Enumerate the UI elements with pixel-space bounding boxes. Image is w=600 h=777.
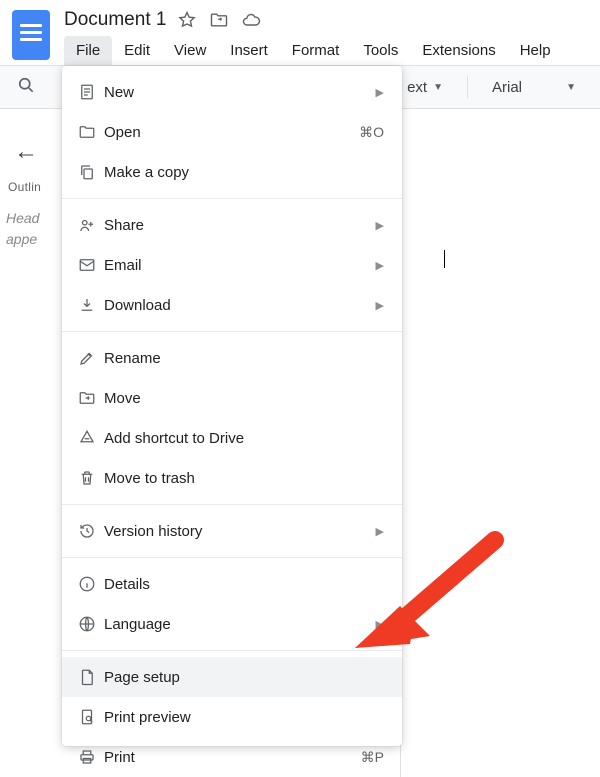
menu-bar: File Edit View Insert Format Tools Exten… (64, 36, 592, 65)
document-canvas[interactable] (400, 130, 600, 770)
chevron-right-icon: ▶ (376, 525, 384, 538)
menu-shortcut: ⌘P (361, 749, 384, 766)
document-title[interactable]: Document 1 (64, 9, 166, 31)
menu-view[interactable]: View (162, 36, 218, 65)
menu-item-label: Make a copy (104, 164, 384, 181)
menu-item-label: Add shortcut to Drive (104, 430, 384, 447)
outline-placeholder-2: appe (6, 231, 37, 247)
menu-tools[interactable]: Tools (351, 36, 410, 65)
file-menu-print[interactable]: Print ⌘P (62, 737, 402, 777)
outline-placeholder-1: Head (6, 210, 39, 226)
menu-separator (62, 650, 402, 651)
folder-icon (78, 123, 104, 141)
menu-item-label: Email (104, 257, 376, 274)
file-menu-move[interactable]: Move (62, 378, 402, 418)
email-icon (78, 256, 104, 274)
drive-shortcut-icon (78, 429, 104, 447)
file-menu-move-trash[interactable]: Move to trash (62, 458, 402, 498)
menu-item-label: Share (104, 217, 376, 234)
menu-separator (62, 504, 402, 505)
print-preview-icon (78, 708, 104, 726)
file-menu-rename[interactable]: Rename (62, 338, 402, 378)
file-menu-share[interactable]: Share ▶ (62, 205, 402, 245)
rename-icon (78, 349, 104, 367)
page-setup-icon (78, 668, 104, 686)
style-select[interactable]: ext ▼ (399, 79, 451, 96)
menu-item-label: Download (104, 297, 376, 314)
style-select-label: ext (407, 79, 427, 96)
star-icon[interactable] (176, 9, 198, 31)
file-menu-print-preview[interactable]: Print preview (62, 697, 402, 737)
chevron-right-icon: ▶ (376, 618, 384, 631)
menu-item-label: Details (104, 576, 384, 593)
menu-extensions[interactable]: Extensions (410, 36, 507, 65)
menu-file[interactable]: File (64, 36, 112, 65)
file-menu-download[interactable]: Download ▶ (62, 285, 402, 325)
file-menu-open[interactable]: Open ⌘O (62, 112, 402, 152)
file-menu-dropdown: New ▶ Open ⌘O Make a copy Share ▶ Email … (62, 66, 402, 746)
menu-item-label: Rename (104, 350, 384, 367)
menu-separator (62, 198, 402, 199)
menu-help[interactable]: Help (508, 36, 563, 65)
outline-label: Outlin (8, 180, 60, 194)
menu-separator (62, 557, 402, 558)
menu-item-label: New (104, 84, 376, 101)
copy-icon (78, 163, 104, 181)
text-cursor (444, 250, 445, 268)
file-menu-email[interactable]: Email ▶ (62, 245, 402, 285)
print-icon (78, 748, 104, 766)
menu-format[interactable]: Format (280, 36, 352, 65)
info-icon (78, 575, 104, 593)
file-menu-make-copy[interactable]: Make a copy (62, 152, 402, 192)
docs-app-icon[interactable] (12, 10, 50, 60)
outline-panel: ← Outlin Head appe (6, 130, 60, 250)
chevron-down-icon: ▼ (433, 82, 443, 93)
file-menu-details[interactable]: Details (62, 564, 402, 604)
new-doc-icon (78, 83, 104, 101)
move-folder-icon[interactable] (208, 9, 230, 31)
menu-separator (62, 331, 402, 332)
menu-edit[interactable]: Edit (112, 36, 162, 65)
file-menu-language[interactable]: Language ▶ (62, 604, 402, 644)
chevron-right-icon: ▶ (376, 86, 384, 99)
cloud-status-icon[interactable] (240, 9, 262, 31)
file-menu-page-setup[interactable]: Page setup (62, 657, 402, 697)
file-menu-version-history[interactable]: Version history ▶ (62, 511, 402, 551)
download-icon (78, 296, 104, 314)
font-select[interactable]: Arial ▼ (484, 79, 584, 96)
font-select-label: Arial (492, 79, 522, 96)
chevron-right-icon: ▶ (376, 299, 384, 312)
chevron-right-icon: ▶ (376, 219, 384, 232)
menu-item-label: Language (104, 616, 376, 633)
search-icon[interactable] (16, 75, 36, 99)
menu-item-label: Print (104, 749, 361, 766)
chevron-down-icon: ▼ (566, 82, 576, 93)
file-menu-add-shortcut[interactable]: Add shortcut to Drive (62, 418, 402, 458)
chevron-right-icon: ▶ (376, 259, 384, 272)
menu-shortcut: ⌘O (359, 124, 384, 141)
move-icon (78, 389, 104, 407)
menu-item-label: Version history (104, 523, 376, 540)
history-icon (78, 522, 104, 540)
toolbar-separator (467, 76, 468, 98)
menu-item-label: Open (104, 124, 359, 141)
menu-item-label: Move (104, 390, 384, 407)
menu-item-label: Print preview (104, 709, 384, 726)
trash-icon (78, 469, 104, 487)
menu-insert[interactable]: Insert (218, 36, 280, 65)
menu-item-label: Page setup (104, 669, 384, 686)
file-menu-new[interactable]: New ▶ (62, 72, 402, 112)
share-icon (78, 216, 104, 234)
menu-item-label: Move to trash (104, 470, 384, 487)
back-arrow-icon[interactable]: ← (14, 138, 60, 166)
globe-icon (78, 615, 104, 633)
